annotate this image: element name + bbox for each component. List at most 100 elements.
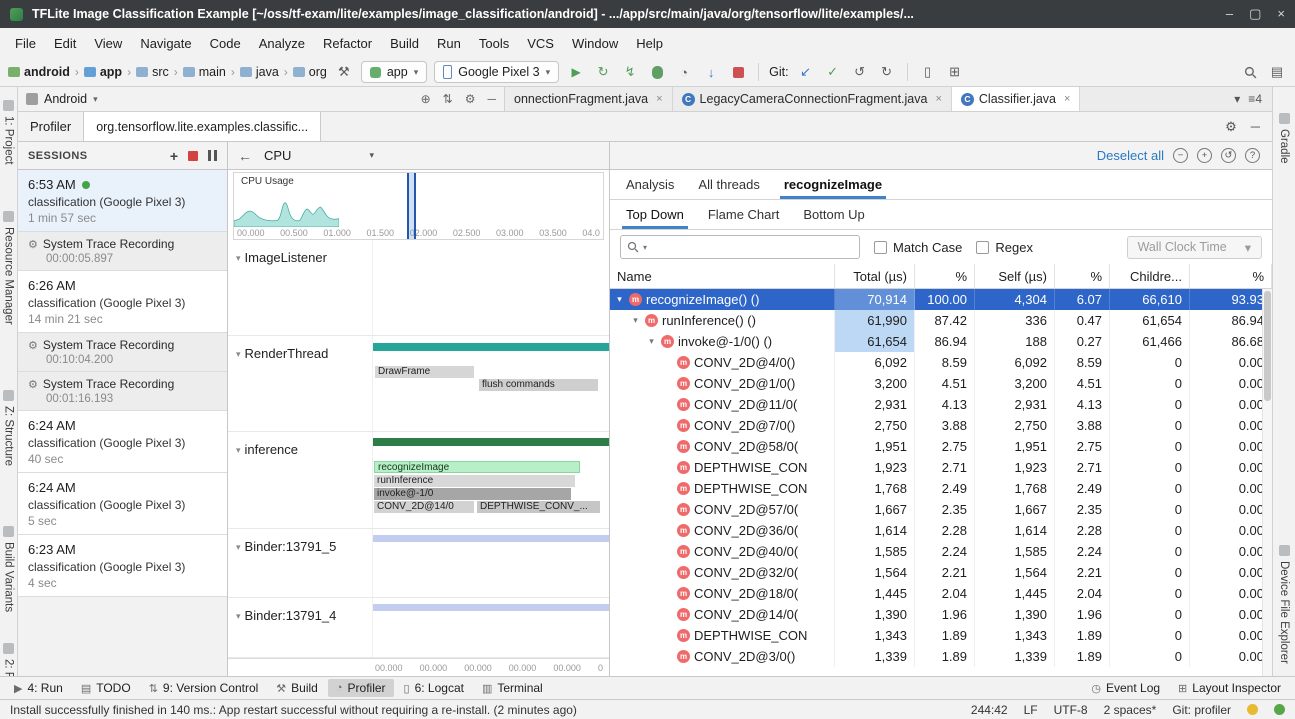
device-manager-icon[interactable]: ▯ [918, 62, 938, 82]
tab-recognize-image[interactable]: recognizeImage [772, 170, 894, 199]
search-box[interactable]: ▾ [620, 235, 860, 259]
toolwindow-button-build-variants[interactable]: Build Variants [3, 526, 15, 612]
toolwindow-button-run[interactable]: ▶4: Run [6, 679, 71, 697]
thread-chart[interactable]: recognizeImage runInference invoke@-1/0 … [373, 432, 609, 528]
editor-tab[interactable]: onnectionFragment.java × [505, 87, 673, 111]
add-session-icon[interactable]: + [170, 148, 178, 164]
checkbox-icon[interactable] [976, 241, 989, 254]
toolwindow-button-profiler[interactable]: ◔Profiler [328, 679, 394, 697]
search-everywhere-icon[interactable] [1240, 62, 1260, 82]
table-row[interactable]: mCONV_2D@1/0()3,2004.513,2004.5100.00 [610, 373, 1272, 394]
toolwindow-button-todo[interactable]: ▤TODO [73, 679, 139, 697]
table-row[interactable]: mDEPTHWISE_CON1,7682.491,7682.4900.00 [610, 478, 1272, 499]
stop-button[interactable] [728, 62, 748, 82]
session-item[interactable]: 6:26 AMclassification (Google Pixel 3)14… [18, 271, 227, 333]
toolwindow-button-build[interactable]: ⚒Build [268, 679, 326, 697]
profiler-view-select[interactable]: CPU ▾ [264, 148, 374, 163]
trace-event-chip[interactable]: runInference [374, 475, 575, 487]
thread-chart[interactable] [373, 240, 609, 335]
column-header[interactable]: Total (µs) [835, 264, 915, 288]
zoom-out-icon[interactable]: − [1173, 148, 1188, 163]
trace-event-chip[interactable]: DrawFrame [375, 366, 474, 378]
table-row[interactable]: mDEPTHWISE_CON1,3431.891,3431.8900.00 [610, 625, 1272, 646]
profile-icon[interactable]: ◔ [674, 62, 694, 82]
close-button[interactable]: × [1277, 6, 1285, 22]
session-recording[interactable]: ⚙System Trace Recording00:01:16.193 [18, 372, 227, 411]
table-row[interactable]: mCONV_2D@11/0(2,9314.132,9314.1300.00 [610, 394, 1272, 415]
git-update-icon[interactable]: ↙ [796, 62, 816, 82]
toolwindow-button-device-file-explorer[interactable]: Device File Explorer [1278, 545, 1290, 664]
trace-event-chip[interactable]: recognizeImage [374, 461, 580, 473]
table-row[interactable]: mCONV_2D@32/0(1,5642.211,5642.2100.00 [610, 562, 1272, 583]
toolwindow-button-logcat[interactable]: ▯6: Logcat [396, 679, 472, 697]
reset-zoom-icon[interactable]: ↺ [1221, 148, 1236, 163]
column-header[interactable]: % [1190, 264, 1272, 288]
git-history-icon[interactable]: ↻ [877, 62, 897, 82]
expand-arrow-icon[interactable]: ▾ [646, 336, 657, 347]
menu-item-edit[interactable]: Edit [45, 32, 85, 55]
pause-icon[interactable] [208, 150, 217, 161]
table-row[interactable]: ▾minvoke@-1/0() ()61,65486.941880.2761,4… [610, 331, 1272, 352]
menu-item-vcs[interactable]: VCS [518, 32, 563, 55]
regex-checkbox[interactable]: Regex [976, 240, 1033, 255]
line-separator[interactable]: LF [1024, 703, 1038, 717]
collapse-arrow-icon[interactable]: ▾ [236, 445, 241, 456]
toolwindow-button-terminal[interactable]: ▥Terminal [474, 679, 551, 697]
project-view-selector[interactable]: Android [44, 92, 87, 106]
menu-item-window[interactable]: Window [563, 32, 627, 55]
session-recording[interactable]: ⚙System Trace Recording00:10:04.200 [18, 333, 227, 372]
table-row[interactable]: mCONV_2D@57/0(1,6672.351,6672.3500.00 [610, 499, 1272, 520]
menu-item-refactor[interactable]: Refactor [314, 32, 381, 55]
trace-event-chip[interactable]: invoke@-1/0 [374, 488, 571, 500]
menu-item-view[interactable]: View [85, 32, 131, 55]
back-arrow-icon[interactable]: ← [238, 148, 252, 164]
table-row[interactable]: mCONV_2D@40/0(1,5852.241,5852.2400.00 [610, 541, 1272, 562]
maximize-button[interactable]: ▢ [1249, 6, 1261, 22]
thread-chart[interactable] [373, 598, 609, 657]
deselect-all-link[interactable]: Deselect all [1097, 148, 1164, 163]
file-encoding[interactable]: UTF-8 [1054, 703, 1088, 717]
trace-event-chip[interactable]: CONV_2D@14/0 [374, 501, 474, 513]
menu-item-build[interactable]: Build [381, 32, 428, 55]
menu-item-tools[interactable]: Tools [470, 32, 518, 55]
column-header[interactable]: Name [610, 264, 835, 288]
hammer-build-icon[interactable]: ⚒ [334, 62, 354, 82]
run-configuration-select[interactable]: app ▾ [361, 61, 427, 83]
close-icon[interactable]: × [1064, 93, 1070, 105]
expand-arrow-icon[interactable]: ▾ [614, 294, 625, 305]
table-row[interactable]: mCONV_2D@4/0()6,0928.596,0928.5900.00 [610, 352, 1272, 373]
trace-event-chip[interactable]: flush commands [479, 379, 598, 391]
zoom-in-icon[interactable]: + [1197, 148, 1212, 163]
collapse-arrow-icon[interactable]: ▾ [236, 253, 241, 264]
table-row[interactable]: mCONV_2D@14/0(1,3901.961,3901.9600.00 [610, 604, 1272, 625]
checkbox-icon[interactable] [874, 241, 887, 254]
match-case-checkbox[interactable]: Match Case [874, 240, 962, 255]
editor-tab[interactable]: C LegacyCameraConnectionFragment.java × [673, 87, 952, 111]
locate-file-icon[interactable]: ⊕ [421, 92, 431, 106]
thread-row[interactable]: ▾ImageListener [228, 240, 609, 336]
collapse-arrow-icon[interactable]: ▾ [236, 542, 241, 553]
notifications-icon[interactable] [1274, 704, 1285, 715]
column-header[interactable]: % [1055, 264, 1110, 288]
table-row[interactable]: mCONV_2D@18/0(1,4452.041,4452.0400.00 [610, 583, 1272, 604]
session-item[interactable]: 6:53 AMclassification (Google Pixel 3)1 … [18, 170, 227, 232]
scrollbar-thumb[interactable] [1264, 291, 1271, 401]
close-icon[interactable]: × [935, 93, 941, 105]
git-rollback-icon[interactable]: ↺ [850, 62, 870, 82]
button-layout-inspector[interactable]: ⊞Layout Inspector [1170, 679, 1289, 697]
table-row[interactable]: mDEPTHWISE_CON1,9232.711,9232.7100.00 [610, 457, 1272, 478]
menu-item-file[interactable]: File [6, 32, 45, 55]
table-row[interactable]: mCONV_2D@36/0(1,6142.281,6142.2800.00 [610, 520, 1272, 541]
menu-item-analyze[interactable]: Analyze [250, 32, 314, 55]
chevron-down-icon[interactable]: ▾ [1234, 92, 1240, 106]
caret-position[interactable]: 244:42 [971, 703, 1008, 717]
menu-item-run[interactable]: Run [428, 32, 470, 55]
table-row[interactable]: ▾mrecognizeImage() ()70,914100.004,3046.… [610, 289, 1272, 310]
breadcrumb-item[interactable]: app [84, 65, 122, 79]
toolwindow-button-resource-manager[interactable]: Resource Manager [3, 211, 15, 325]
git-commit-icon[interactable]: ✓ [823, 62, 843, 82]
git-branch[interactable]: Git: profiler [1172, 703, 1231, 717]
breadcrumb-item[interactable]: main [183, 65, 226, 79]
hidden-tabs-icon[interactable]: ≡4 [1248, 92, 1262, 106]
toolwindow-button-z-structure[interactable]: Z: Structure [3, 390, 15, 466]
